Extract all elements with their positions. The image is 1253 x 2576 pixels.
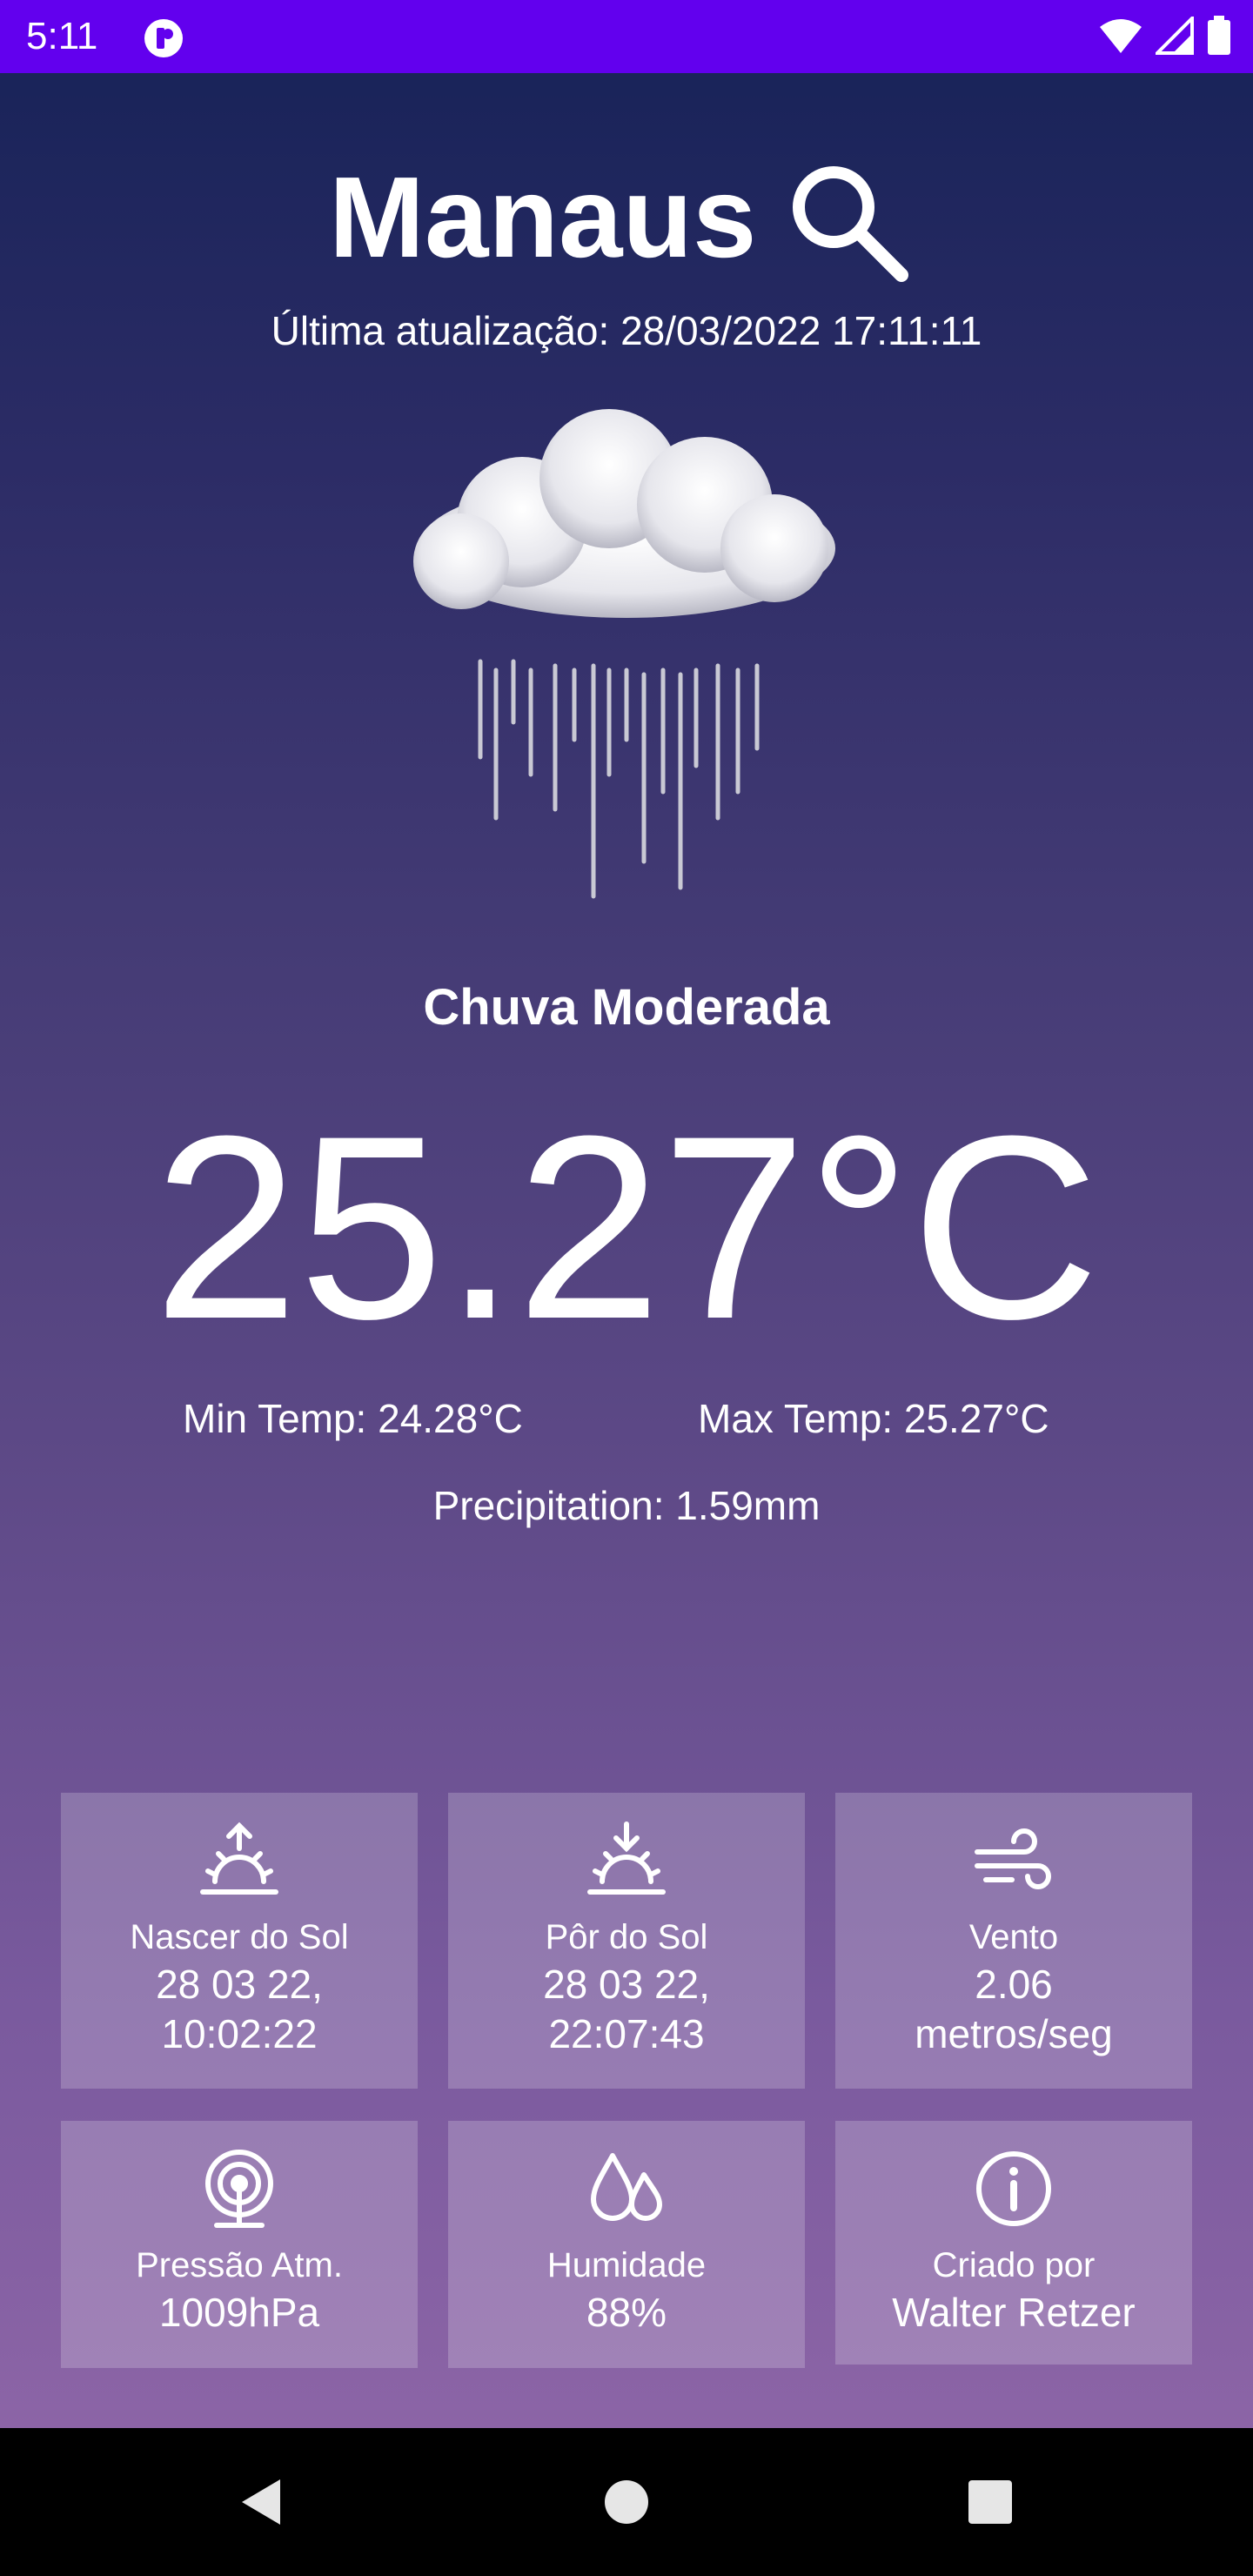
info-icon: [976, 2151, 1051, 2226]
sunrise-time: 10:02:22: [161, 2011, 318, 2056]
sunrise-label: Nascer do Sol: [130, 1918, 349, 1956]
author-name: Walter Retzer: [892, 2290, 1136, 2335]
wind-icon: [975, 1828, 1051, 1889]
humidity-label: Humidade: [546, 2246, 707, 2284]
wifi-icon: [1100, 19, 1142, 53]
sunset-time: 22:07:43: [548, 2011, 705, 2056]
status-icons: [1098, 16, 1232, 56]
sunset-date: 28 03 22,: [543, 1962, 710, 2007]
weather-description: Chuva Moderada: [423, 979, 830, 1036]
sunrise-date: 28 03 22,: [156, 1962, 323, 2007]
pressure-card: Pressão Atm. 1009hPa: [61, 2121, 418, 2368]
wind-label: Vento: [968, 1918, 1059, 1956]
back-button[interactable]: [235, 2476, 287, 2528]
app-notification-icon: [144, 19, 183, 57]
pressure-icon: [205, 2150, 273, 2228]
created-by-label: Criado por: [932, 2246, 1096, 2284]
navigation-bar: [0, 2428, 1253, 2576]
humidity-icon: [591, 2153, 662, 2221]
created-by-card: Criado por Walter Retzer: [835, 2121, 1192, 2365]
status-time: 5:11: [26, 15, 98, 57]
sunrise-card: Nascer do Sol 28 03 22, 10:02:22: [61, 1793, 418, 2089]
city-header: Manaus: [0, 148, 1253, 287]
precipitation: Precipitation: 1.59mm: [432, 1483, 821, 1528]
sunset-card: Pôr do Sol 28 03 22, 22:07:43: [448, 1793, 805, 2089]
current-temperature: 25.27°C: [153, 1081, 1100, 1373]
pressure-value: 1009hPa: [158, 2290, 320, 2335]
cellular-signal-icon: [1156, 17, 1194, 55]
wind-speed: 2.06: [975, 1962, 1053, 2007]
rain-cloud-icon: [413, 409, 835, 899]
wind-unit: metros/seg: [915, 2011, 1113, 2056]
home-button[interactable]: [600, 2476, 653, 2528]
last-updated-text: Última atualização: 28/03/2022 17:11:11: [271, 308, 982, 353]
battery-icon: [1208, 16, 1230, 55]
sunrise-icon: [200, 1821, 278, 1895]
sunset-label: Pôr do Sol: [545, 1918, 708, 1956]
status-bar: 5:11: [0, 0, 1253, 73]
city-name: Manaus: [329, 153, 757, 281]
humidity-value: 88%: [586, 2290, 667, 2335]
min-temperature: Min Temp: 24.28°C: [183, 1396, 523, 1441]
wind-card: Vento 2.06 metros/seg: [835, 1793, 1192, 2089]
humidity-card: Humidade 88%: [448, 2121, 805, 2368]
sunset-icon: [587, 1821, 666, 1895]
search-icon[interactable]: [783, 157, 914, 287]
recent-apps-button[interactable]: [964, 2476, 1016, 2528]
max-temperature: Max Temp: 25.27°C: [698, 1396, 1049, 1441]
pressure-label: Pressão Atm.: [136, 2246, 343, 2284]
